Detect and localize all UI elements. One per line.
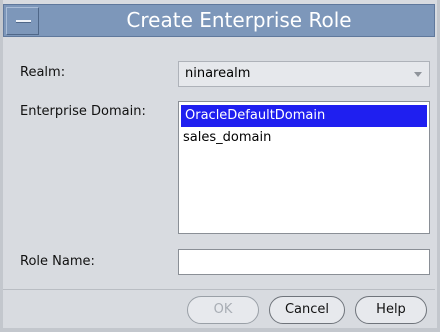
window-title: Create Enterprise Role <box>126 8 352 32</box>
cancel-button[interactable]: Cancel <box>269 296 345 324</box>
list-item-sales-domain[interactable]: sales_domain <box>179 127 429 149</box>
realm-dropdown-value: ninarealm <box>185 66 251 81</box>
enterprise-domain-list[interactable]: OracleDefaultDomain sales_domain <box>178 101 430 234</box>
ok-button[interactable]: OK <box>187 296 259 324</box>
chevron-down-icon[interactable] <box>414 72 422 77</box>
window-border-bottom <box>0 328 440 332</box>
realm-dropdown[interactable]: ninarealm <box>178 61 430 87</box>
realm-label: Realm: <box>20 65 66 80</box>
list-item-oracle-default-domain[interactable]: OracleDefaultDomain <box>181 105 427 127</box>
window-menu-icon <box>16 20 31 23</box>
role-name-input[interactable] <box>178 249 430 275</box>
create-enterprise-role-dialog: Create Enterprise Role Realm: ninarealm … <box>0 0 440 332</box>
button-bar: OK Cancel Help <box>3 289 435 328</box>
title-bar[interactable]: Create Enterprise Role <box>3 4 435 37</box>
enterprise-domain-label: Enterprise Domain: <box>20 104 146 119</box>
dialog-content: Realm: ninarealm Enterprise Domain: Orac… <box>3 41 435 287</box>
role-name-label: Role Name: <box>20 254 95 269</box>
window-menu-button[interactable] <box>6 7 39 35</box>
help-button[interactable]: Help <box>355 296 427 324</box>
